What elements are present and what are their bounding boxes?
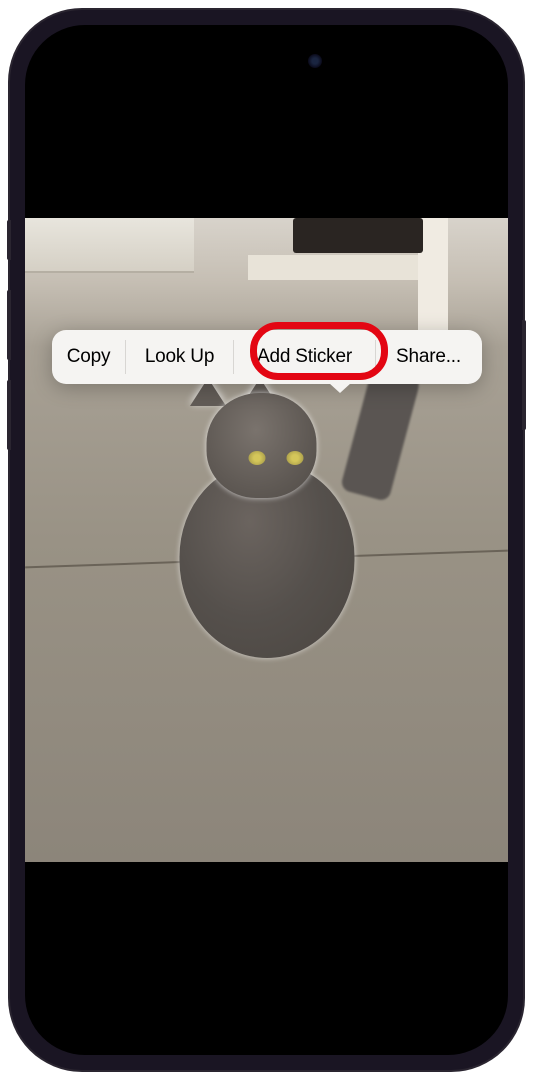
volume-down-button xyxy=(7,380,11,450)
cat-head xyxy=(206,393,316,498)
front-camera-icon xyxy=(308,54,322,68)
iphone-device-frame: Copy Look Up Add Sticker Share... xyxy=(10,10,523,1070)
silent-switch xyxy=(7,220,11,260)
photo-subject-cat[interactable] xyxy=(162,373,372,663)
volume-up-button xyxy=(7,290,11,360)
copy-button[interactable]: Copy xyxy=(52,330,126,384)
add-sticker-button[interactable]: Add Sticker xyxy=(234,330,376,384)
photo-object-element xyxy=(293,218,423,253)
lookup-button[interactable]: Look Up xyxy=(126,330,234,384)
power-button xyxy=(522,320,526,430)
photo-background: Copy Look Up Add Sticker Share... xyxy=(25,218,508,862)
share-button[interactable]: Share... xyxy=(376,330,482,384)
photo-wall-element xyxy=(25,218,194,273)
cat-eye xyxy=(286,451,303,465)
cat-eye xyxy=(248,451,265,465)
subject-context-menu: Copy Look Up Add Sticker Share... xyxy=(52,330,482,384)
photo-viewer[interactable]: Copy Look Up Add Sticker Share... xyxy=(25,218,508,862)
phone-screen: Copy Look Up Add Sticker Share... xyxy=(25,25,508,1055)
dynamic-island xyxy=(202,43,332,79)
